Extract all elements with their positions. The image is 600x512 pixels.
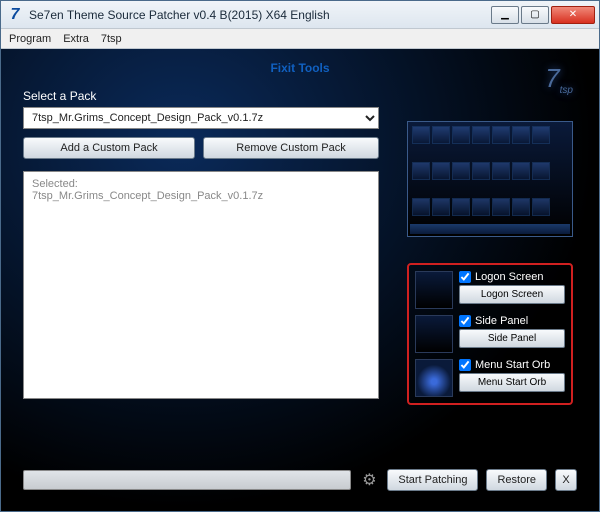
restore-button[interactable]: Restore [486, 469, 547, 491]
menu-program[interactable]: Program [9, 33, 51, 45]
selected-heading: Selected: [32, 178, 370, 190]
start-patching-button[interactable]: Start Patching [387, 469, 478, 491]
option-side: Side Panel Side Panel [415, 315, 565, 353]
selected-line: 7tsp_Mr.Grims_Concept_Design_Pack_v0.1.7… [32, 190, 370, 202]
window-controls: ▁ ▢ ✕ [491, 6, 595, 24]
menu-7tsp[interactable]: 7tsp [101, 33, 122, 45]
gear-icon: ⚙ [359, 470, 379, 490]
logon-checkbox[interactable] [459, 271, 471, 283]
side-checkbox[interactable] [459, 315, 471, 327]
minimize-button[interactable]: ▁ [491, 6, 519, 24]
progress-bar [23, 470, 351, 490]
option-orb: Menu Start Orb Menu Start Orb [415, 359, 565, 397]
side-thumb [415, 315, 453, 353]
titlebar: 7 Se7en Theme Source Patcher v0.4 B(2015… [1, 1, 599, 29]
side-check-row[interactable]: Side Panel [459, 315, 565, 327]
close-button[interactable]: ✕ [551, 6, 595, 24]
orb-check-row[interactable]: Menu Start Orb [459, 359, 565, 371]
logo: 7tsp [545, 63, 573, 96]
theme-preview [407, 121, 573, 237]
add-custom-pack-button[interactable]: Add a Custom Pack [23, 137, 195, 159]
selected-info-box: Selected: 7tsp_Mr.Grims_Concept_Design_P… [23, 171, 379, 399]
app-window: 7 Se7en Theme Source Patcher v0.4 B(2015… [0, 0, 600, 512]
logon-check-row[interactable]: Logon Screen [459, 271, 565, 283]
menu-start-orb-button[interactable]: Menu Start Orb [459, 373, 565, 392]
menu-extra[interactable]: Extra [63, 33, 89, 45]
option-logon: Logon Screen Logon Screen [415, 271, 565, 309]
remove-custom-pack-button[interactable]: Remove Custom Pack [203, 137, 379, 159]
bottom-bar: ⚙ Start Patching Restore X [23, 469, 577, 491]
logon-thumb [415, 271, 453, 309]
maximize-button[interactable]: ▢ [521, 6, 549, 24]
pack-dropdown[interactable]: 7tsp_Mr.Grims_Concept_Design_Pack_v0.1.7… [23, 107, 379, 129]
window-title: Se7en Theme Source Patcher v0.4 B(2015) … [29, 8, 491, 22]
x-button[interactable]: X [555, 469, 577, 491]
options-panel: Logon Screen Logon Screen Side Panel Sid… [407, 263, 573, 405]
orb-checkbox[interactable] [459, 359, 471, 371]
side-panel-button[interactable]: Side Panel [459, 329, 565, 348]
select-pack-label: Select a Pack [23, 89, 577, 103]
client-area: Fixit Tools 7tsp Select a Pack 7tsp_Mr.G… [1, 49, 599, 511]
logon-screen-button[interactable]: Logon Screen [459, 285, 565, 304]
orb-thumb [415, 359, 453, 397]
fixit-link[interactable]: Fixit Tools [23, 61, 577, 75]
app-icon: 7 [5, 5, 25, 25]
menubar: Program Extra 7tsp [1, 29, 599, 49]
